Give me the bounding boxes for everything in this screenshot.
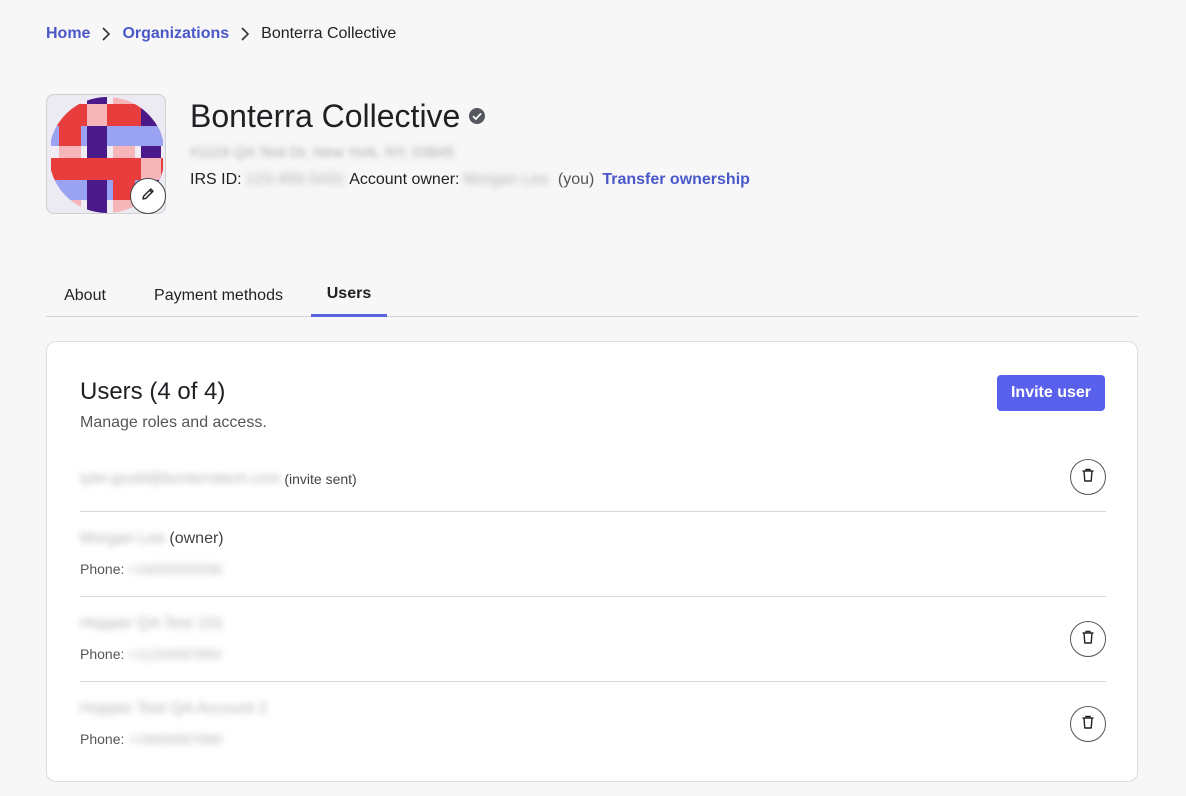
phone-value: +11234567893 — [128, 646, 222, 662]
trash-icon — [1080, 714, 1096, 735]
irs-id-label: IRS ID: — [190, 171, 242, 188]
tab-about[interactable]: About — [46, 274, 124, 317]
phone-label: Phone: — [80, 731, 125, 747]
phone-value: +16055555556 — [128, 561, 223, 577]
user-phone: Phone: +16059567890 — [80, 731, 222, 747]
org-title: Bonterra Collective — [190, 96, 486, 136]
tab-bar: About Payment methods Users — [46, 274, 1138, 317]
delete-user-button[interactable] — [1070, 706, 1106, 742]
user-row: tyler.gould@bonterratech.com (invite sen… — [80, 444, 1106, 512]
user-phone: Phone: +16055555556 — [80, 561, 222, 577]
pencil-icon — [140, 186, 156, 207]
breadcrumb-current: Bonterra Collective — [261, 25, 397, 42]
verified-check-icon — [468, 107, 486, 125]
user-full-name: Hopper Test QA Account 2 — [80, 700, 268, 717]
user-name: Hopper Test QA Account 2 — [80, 700, 267, 718]
phone-label: Phone: — [80, 561, 125, 577]
users-card-title: Users (4 of 4) — [80, 378, 226, 405]
delete-user-button[interactable] — [1070, 621, 1106, 657]
org-avatar — [46, 94, 166, 214]
org-meta: IRS ID: 123-456-5431 Account owner: Morg… — [190, 170, 750, 190]
transfer-ownership-link[interactable]: Transfer ownership — [602, 171, 750, 189]
phone-label: Phone: — [80, 646, 125, 662]
user-full-name: Hopper QA Test 101 — [80, 615, 224, 632]
tab-payment-methods[interactable]: Payment methods — [126, 274, 311, 317]
user-full-name: Morgan Lee — [80, 530, 166, 547]
user-status-tag: (invite sent) — [284, 470, 357, 487]
org-address: #1119 QA Test Dr, New York, NY, 03845 — [190, 144, 455, 161]
chevron-right-icon — [93, 24, 119, 44]
user-name: tyler.gould@bonterratech.com (invite sen… — [80, 470, 357, 487]
user-phone: Phone: +11234567893 — [80, 646, 221, 662]
invite-user-button[interactable]: Invite user — [997, 375, 1105, 411]
user-name: Hopper QA Test 101 — [80, 615, 224, 633]
breadcrumb-home-link[interactable]: Home — [46, 25, 90, 43]
irs-id-value: 123-456-5431 — [245, 171, 346, 188]
delete-user-button[interactable] — [1070, 459, 1106, 495]
tab-users[interactable]: Users — [311, 274, 387, 317]
chevron-right-icon — [232, 24, 258, 44]
user-email: tyler.gould@bonterratech.com — [80, 470, 281, 487]
user-row: Morgan Lee (owner) Phone: +16055555556 — [80, 512, 1106, 597]
phone-value: +16059567890 — [128, 731, 223, 747]
users-card: Users (4 of 4) Manage roles and access. … — [46, 341, 1138, 782]
user-name: Morgan Lee (owner) — [80, 530, 224, 548]
account-owner-value: Morgan Lee — [463, 171, 549, 188]
trash-icon — [1080, 467, 1096, 488]
edit-avatar-button[interactable] — [130, 178, 166, 214]
breadcrumb: Home Organizations Bonterra Collective — [46, 24, 396, 44]
user-role-tag: (owner) — [169, 530, 224, 547]
owner-you-tag: (you) — [557, 171, 595, 188]
users-card-subtitle: Manage roles and access. — [80, 414, 267, 431]
account-owner-label: Account owner: — [349, 171, 460, 188]
breadcrumb-organizations-link[interactable]: Organizations — [122, 25, 229, 43]
user-row: Hopper Test QA Account 2 Phone: +1605956… — [80, 682, 1106, 767]
org-name: Bonterra Collective — [190, 97, 461, 134]
user-row: Hopper QA Test 101 Phone: +11234567893 — [80, 597, 1106, 682]
trash-icon — [1080, 629, 1096, 650]
